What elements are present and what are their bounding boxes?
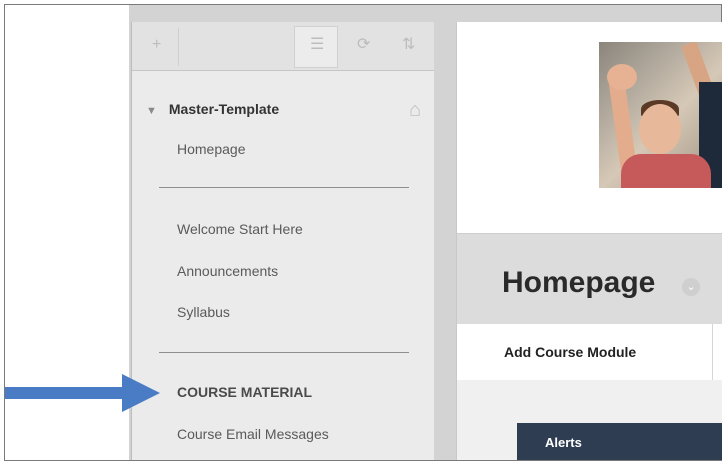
annotation-arrow-shaft	[5, 387, 125, 399]
menu-section-course-material[interactable]: COURSE MATERIAL	[177, 384, 312, 400]
collapse-caret-icon[interactable]: ▼	[146, 105, 157, 117]
menu-item-welcome[interactable]: Welcome Start Here	[177, 221, 303, 237]
page-title: Homepage	[502, 266, 656, 299]
add-course-module-label: Add Course Module	[504, 344, 637, 360]
menu-item-announcements[interactable]: Announcements	[177, 263, 278, 279]
banner-fist	[607, 64, 637, 90]
page-header: Homepage ⌄	[457, 233, 722, 325]
arrow-right-icon	[122, 374, 160, 412]
alerts-module-header[interactable]: Alerts	[517, 423, 722, 460]
add-course-module-button[interactable]: Add Course Module	[457, 324, 713, 380]
alerts-module-title: Alerts	[545, 435, 582, 450]
home-icon[interactable]: ⌂	[409, 99, 421, 122]
toolbar-divider	[178, 28, 179, 66]
course-title-label: Master-Template	[168, 101, 280, 117]
menu-item-syllabus[interactable]: Syllabus	[177, 304, 230, 320]
menu-item-course-email[interactable]: Course Email Messages	[177, 426, 329, 442]
course-menu: + ☰ ⟳ ⇅ ▼ Master-Template ⌂ Homepage Welc…	[131, 22, 434, 460]
course-banner-image	[599, 42, 722, 188]
banner-shirt	[621, 154, 711, 188]
module-area: Alerts	[457, 380, 722, 460]
refresh-icon[interactable]: ⟳	[357, 35, 370, 55]
content-area: Homepage ⌄ Add Course Module Alerts	[456, 22, 722, 460]
chevron-down-icon[interactable]: ⌄	[682, 278, 700, 296]
action-bar: Add Course Module	[457, 324, 722, 381]
folder-view-icon: ☰	[310, 36, 325, 53]
add-icon[interactable]: +	[152, 35, 161, 55]
course-title[interactable]: ▼ Master-Template	[146, 101, 279, 117]
sort-icon[interactable]: ⇅	[402, 35, 415, 55]
menu-divider	[159, 187, 409, 188]
menu-item-homepage[interactable]: Homepage	[177, 141, 246, 157]
course-menu-toolbar: + ☰ ⟳ ⇅	[132, 22, 434, 71]
menu-divider	[159, 352, 409, 353]
banner-face	[639, 104, 681, 154]
